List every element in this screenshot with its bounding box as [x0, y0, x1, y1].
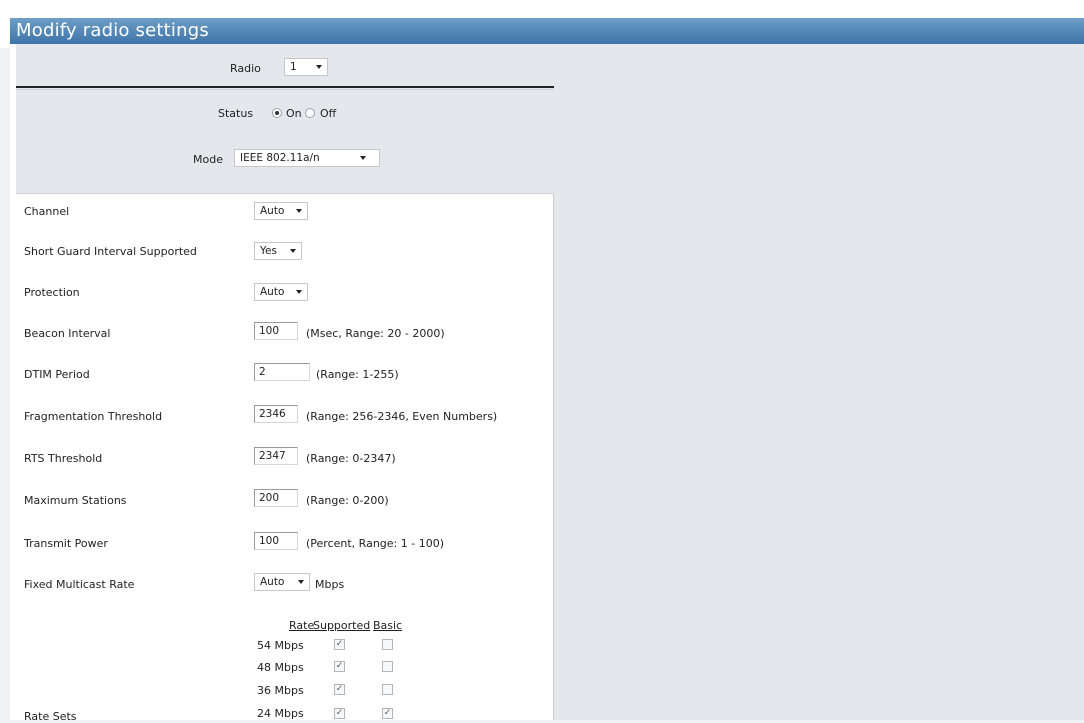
rate-sets-label: Rate Sets: [24, 710, 77, 723]
beacon-label: Beacon Interval: [24, 327, 111, 340]
page-title: Modify radio settings: [16, 20, 209, 41]
rate-row-label: 54 Mbps: [257, 639, 304, 652]
channel-label: Channel: [24, 205, 70, 218]
radio-label: Radio: [230, 62, 261, 75]
dtim-hint: (Range: 1-255): [316, 368, 399, 381]
txpower-input[interactable]: 100: [254, 532, 298, 550]
rts-input[interactable]: 2347: [254, 447, 298, 465]
basic-header: Basic: [373, 619, 403, 632]
frag-hint: (Range: 256-2346, Even Numbers): [306, 410, 498, 423]
rate-header: Rate: [289, 619, 315, 632]
status-off-label: Off: [320, 107, 337, 120]
rts-label: RTS Threshold: [24, 452, 103, 465]
supported-checkbox[interactable]: ✓: [334, 684, 345, 695]
basic-checkbox[interactable]: [382, 684, 393, 695]
chevron-down-icon: [360, 156, 366, 160]
chevron-down-icon: [316, 65, 322, 69]
txpower-label: Transmit Power: [24, 537, 108, 550]
rts-hint: (Range: 0-2347): [306, 452, 396, 465]
frag-label: Fragmentation Threshold: [24, 410, 163, 423]
sgi-label: Short Guard Interval Supported: [24, 245, 197, 258]
status-on-radio[interactable]: [272, 108, 282, 118]
dtim-label: DTIM Period: [24, 368, 90, 381]
channel-select-value: Auto: [260, 205, 285, 217]
mode-select-value: IEEE 802.11a/n: [240, 152, 320, 164]
section-divider-shadow: [16, 89, 554, 90]
status-off-radio[interactable]: [305, 108, 315, 118]
basic-checkbox[interactable]: [382, 661, 393, 672]
basic-checkbox[interactable]: ✓: [382, 708, 393, 719]
mode-select[interactable]: IEEE 802.11a/n: [234, 149, 380, 167]
beacon-hint: (Msec, Range: 20 - 2000): [306, 327, 445, 340]
frag-input[interactable]: 2346: [254, 405, 298, 423]
supported-checkbox[interactable]: ✓: [334, 661, 345, 672]
supported-header: Supported: [313, 619, 371, 632]
supported-checkbox[interactable]: ✓: [334, 639, 345, 650]
rate-row-label: 24 Mbps: [257, 707, 304, 720]
supported-checkbox[interactable]: ✓: [334, 708, 345, 719]
radio-select-value: 1: [290, 61, 297, 73]
protection-select[interactable]: Auto: [254, 283, 308, 301]
chevron-down-icon: [296, 209, 302, 213]
status-label: Status: [218, 107, 254, 120]
dtim-input[interactable]: 2: [254, 363, 310, 381]
rate-row-label: 36 Mbps: [257, 684, 304, 697]
channel-select[interactable]: Auto: [254, 202, 308, 220]
protection-select-value: Auto: [260, 286, 285, 298]
section-divider: [16, 86, 554, 88]
protection-label: Protection: [24, 286, 80, 299]
mcast-unit: Mbps: [315, 578, 345, 591]
chevron-down-icon: [290, 249, 296, 253]
mcast-select[interactable]: Auto: [254, 573, 310, 591]
sgi-select[interactable]: Yes: [254, 242, 302, 260]
radio-select[interactable]: 1: [284, 58, 328, 76]
beacon-input[interactable]: 100: [254, 322, 298, 340]
basic-checkbox[interactable]: [382, 639, 393, 650]
maxsta-input[interactable]: 200: [254, 489, 298, 507]
mcast-select-value: Auto: [260, 576, 285, 588]
maxsta-label: Maximum Stations: [24, 494, 127, 507]
txpower-hint: (Percent, Range: 1 - 100): [306, 537, 444, 550]
mode-label: Mode: [193, 153, 223, 166]
status-on-label: On: [286, 107, 302, 120]
mcast-label: Fixed Multicast Rate: [24, 578, 135, 591]
sgi-select-value: Yes: [260, 245, 277, 257]
rate-row-label: 48 Mbps: [257, 661, 304, 674]
maxsta-hint: (Range: 0-200): [306, 494, 389, 507]
chevron-down-icon: [298, 580, 304, 584]
chevron-down-icon: [296, 290, 302, 294]
